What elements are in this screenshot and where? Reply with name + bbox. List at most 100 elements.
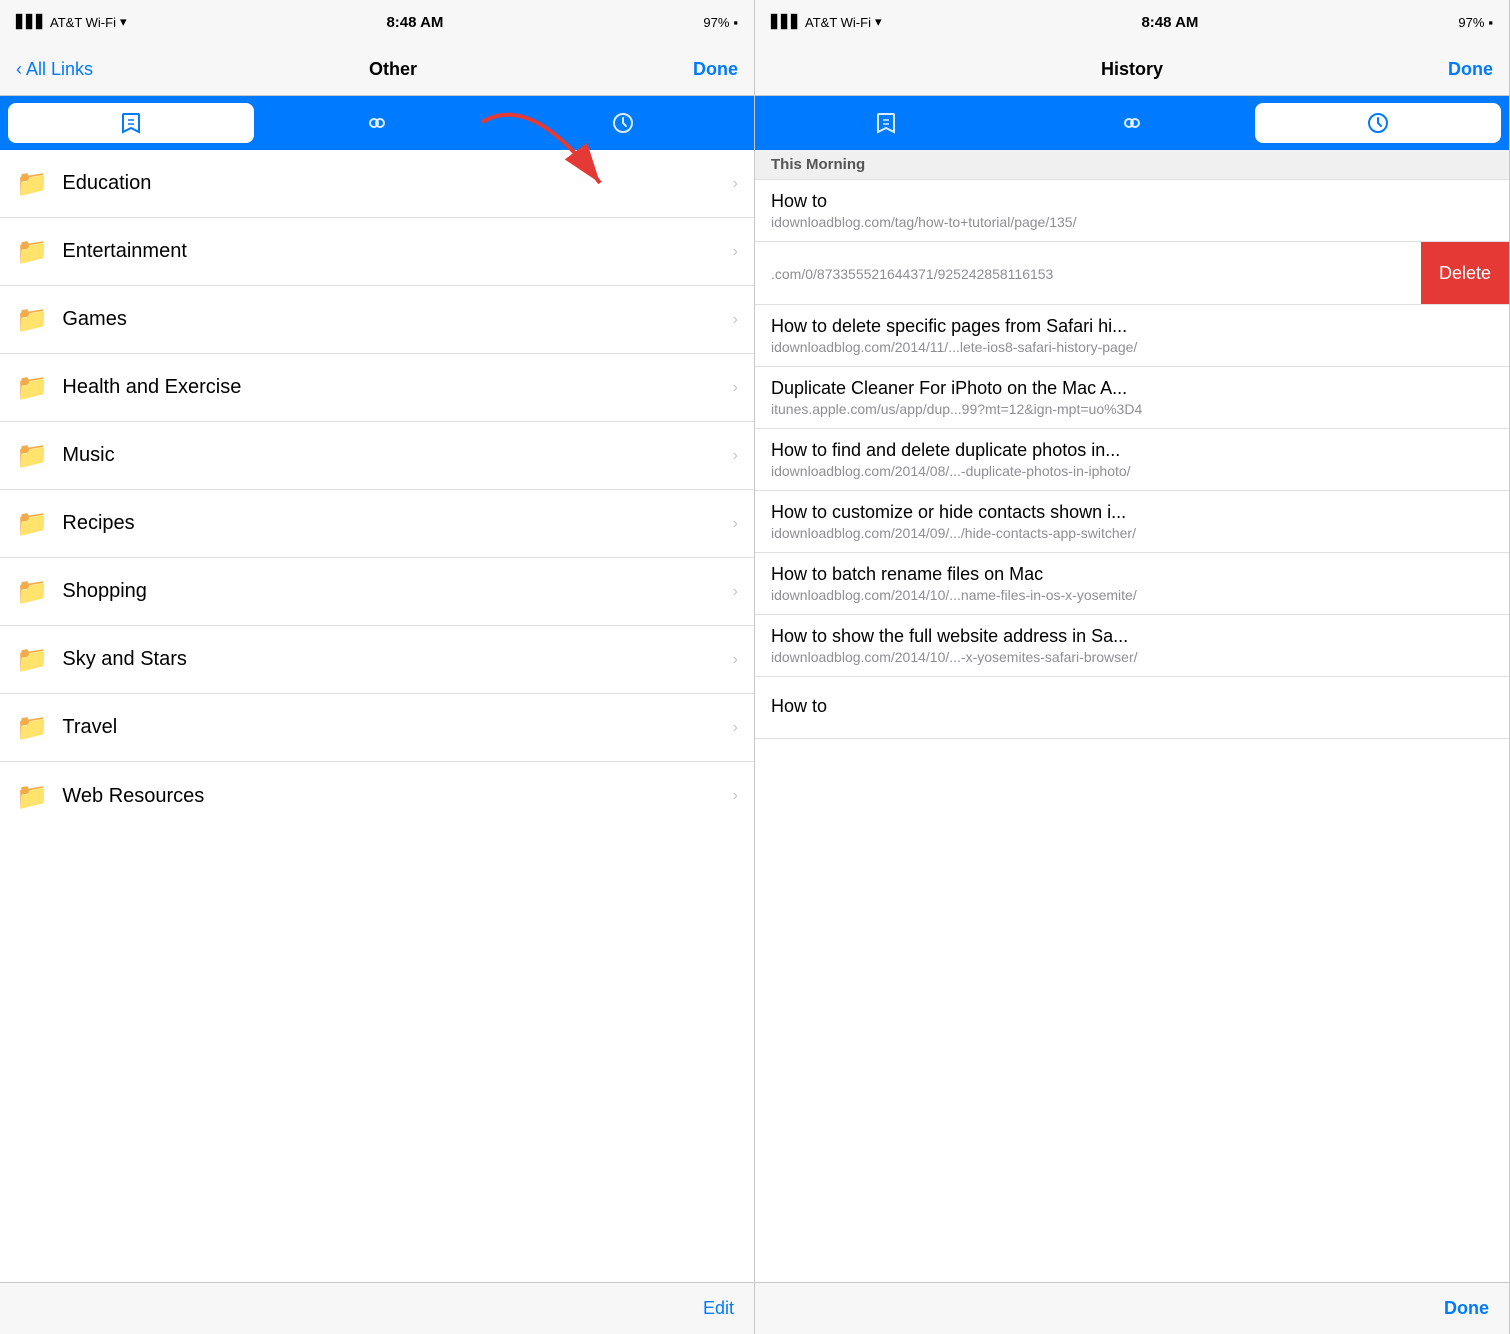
history-item-url: itunes.apple.com/us/app/dup...99?mt=12&i… [771, 401, 1493, 417]
wifi-icon: ▾ [120, 14, 127, 30]
carrier-label: AT&T Wi-Fi [805, 15, 871, 30]
signal-bars-icon: ▋▋▋ [771, 14, 801, 30]
list-item[interactable]: 📁 Shopping › [0, 558, 754, 626]
history-item[interactable]: How to customize or hide contacts shown … [755, 491, 1509, 553]
item-label: Health and Exercise [62, 376, 718, 399]
wifi-icon: ▾ [875, 14, 882, 30]
history-item-title: How to batch rename files on Mac [771, 564, 1493, 585]
right-segment-reading-list[interactable] [1009, 103, 1255, 143]
section-header-label: This Morning [771, 156, 865, 173]
right-segment-history[interactable] [1255, 103, 1501, 143]
left-battery: 97% ▪ [703, 15, 738, 30]
item-label: Music [62, 444, 718, 467]
history-item-swiped-row[interactable]: .com/0/873355521644371/925242858116153 D… [755, 242, 1509, 305]
back-label: All Links [26, 59, 93, 80]
segment-bookmarks[interactable] [8, 103, 254, 143]
history-item-url: idownloadblog.com/2014/11/...lete-ios8-s… [771, 339, 1493, 355]
chevron-right-icon: › [733, 311, 738, 329]
item-label: Sky and Stars [62, 648, 718, 671]
right-done-button[interactable]: Done [1448, 59, 1493, 80]
list-item[interactable]: 📁 Sky and Stars › [0, 626, 754, 694]
list-item[interactable]: 📁 Education › [0, 150, 754, 218]
chevron-right-icon: › [733, 651, 738, 669]
chevron-left-icon: ‹ [16, 59, 22, 80]
right-status-bar: ▋▋▋ AT&T Wi-Fi ▾ 8:48 AM 97% ▪ [755, 0, 1509, 44]
back-button[interactable]: ‹ All Links [16, 59, 93, 80]
history-item[interactable]: How to idownloadblog.com/tag/how-to+tuto… [755, 180, 1509, 242]
folder-icon: 📁 [16, 236, 48, 267]
chevron-right-icon: › [733, 243, 738, 261]
battery-icon: ▪ [1488, 15, 1493, 30]
left-segment-bar [0, 96, 754, 150]
right-done-button-bottom[interactable]: Done [1444, 1298, 1489, 1319]
history-item-url: idownloadblog.com/2014/09/.../hide-conta… [771, 525, 1493, 541]
list-item[interactable]: 📁 Entertainment › [0, 218, 754, 286]
list-item[interactable]: 📁 Music › [0, 422, 754, 490]
history-item[interactable]: Duplicate Cleaner For iPhoto on the Mac … [755, 367, 1509, 429]
folder-icon: 📁 [16, 372, 48, 403]
battery-percent: 97% [703, 15, 729, 30]
folder-icon: 📁 [16, 440, 48, 471]
right-battery: 97% ▪ [1458, 15, 1493, 30]
history-list: How to idownloadblog.com/tag/how-to+tuto… [755, 180, 1509, 1282]
folder-icon: 📁 [16, 644, 48, 675]
delete-button[interactable]: Delete [1421, 242, 1509, 304]
right-nav-title: History [1101, 59, 1163, 80]
left-status-bar: ▋▋▋ AT&T Wi-Fi ▾ 8:48 AM 97% ▪ [0, 0, 754, 44]
history-item-title: Duplicate Cleaner For iPhoto on the Mac … [771, 378, 1493, 399]
right-bottom-bar: Done [755, 1282, 1509, 1334]
battery-icon: ▪ [733, 15, 738, 30]
left-signal: ▋▋▋ AT&T Wi-Fi ▾ [16, 14, 126, 30]
right-segment-bar [755, 96, 1509, 150]
history-item[interactable]: How to show the full website address in … [755, 615, 1509, 677]
edit-button[interactable]: Edit [703, 1298, 734, 1319]
folder-icon: 📁 [16, 781, 48, 812]
right-signal: ▋▋▋ AT&T Wi-Fi ▾ [771, 14, 881, 30]
item-label: Education [62, 172, 718, 195]
history-item-url: idownloadblog.com/2014/08/...-duplicate-… [771, 463, 1493, 479]
list-item[interactable]: 📁 Games › [0, 286, 754, 354]
left-bottom-bar: Edit [0, 1282, 754, 1334]
left-time: 8:48 AM [386, 14, 443, 31]
list-item[interactable]: 📁 Health and Exercise › [0, 354, 754, 422]
chevron-right-icon: › [733, 583, 738, 601]
folder-icon: 📁 [16, 304, 48, 335]
right-segment-bookmarks[interactable] [763, 103, 1009, 143]
left-list: 📁 Education › 📁 Entertainment › 📁 Games … [0, 150, 754, 1282]
history-item-url: idownloadblog.com/2014/10/...-x-yosemite… [771, 649, 1493, 665]
history-item-title: How to [771, 696, 1493, 717]
history-section-header: This Morning [755, 150, 1509, 180]
chevron-right-icon: › [733, 379, 738, 397]
left-nav-bar: ‹ All Links Other Done [0, 44, 754, 96]
history-item-title: How to find and delete duplicate photos … [771, 440, 1493, 461]
history-item[interactable]: How to batch rename files on Mac idownlo… [755, 553, 1509, 615]
history-item-swipe[interactable]: .com/0/873355521644371/925242858116153 [755, 242, 1421, 304]
segment-reading-list[interactable] [254, 103, 500, 143]
history-item[interactable]: How to find and delete duplicate photos … [755, 429, 1509, 491]
list-item[interactable]: 📁 Recipes › [0, 490, 754, 558]
chevron-right-icon: › [733, 515, 738, 533]
history-item-title: How to [771, 191, 1493, 212]
folder-icon: 📁 [16, 168, 48, 199]
history-item-title: How to customize or hide contacts shown … [771, 502, 1493, 523]
left-done-button[interactable]: Done [693, 59, 738, 80]
right-nav-bar: History Done [755, 44, 1509, 96]
right-panel: ▋▋▋ AT&T Wi-Fi ▾ 8:48 AM 97% ▪ History D… [755, 0, 1510, 1334]
segment-history[interactable] [500, 103, 746, 143]
folder-icon: 📁 [16, 508, 48, 539]
chevron-right-icon: › [733, 719, 738, 737]
list-item[interactable]: 📁 Web Resources › [0, 762, 754, 830]
right-time: 8:48 AM [1141, 14, 1198, 31]
history-item[interactable]: How to delete specific pages from Safari… [755, 305, 1509, 367]
item-label: Games [62, 308, 718, 331]
item-label: Recipes [62, 512, 718, 535]
history-item-url: idownloadblog.com/tag/how-to+tutorial/pa… [771, 214, 1493, 230]
signal-bars-icon: ▋▋▋ [16, 14, 46, 30]
list-item[interactable]: 📁 Travel › [0, 694, 754, 762]
item-label: Shopping [62, 580, 718, 603]
chevron-right-icon: › [733, 175, 738, 193]
history-item[interactable]: How to [755, 677, 1509, 739]
chevron-right-icon: › [733, 787, 738, 805]
chevron-right-icon: › [733, 447, 738, 465]
battery-percent: 97% [1458, 15, 1484, 30]
